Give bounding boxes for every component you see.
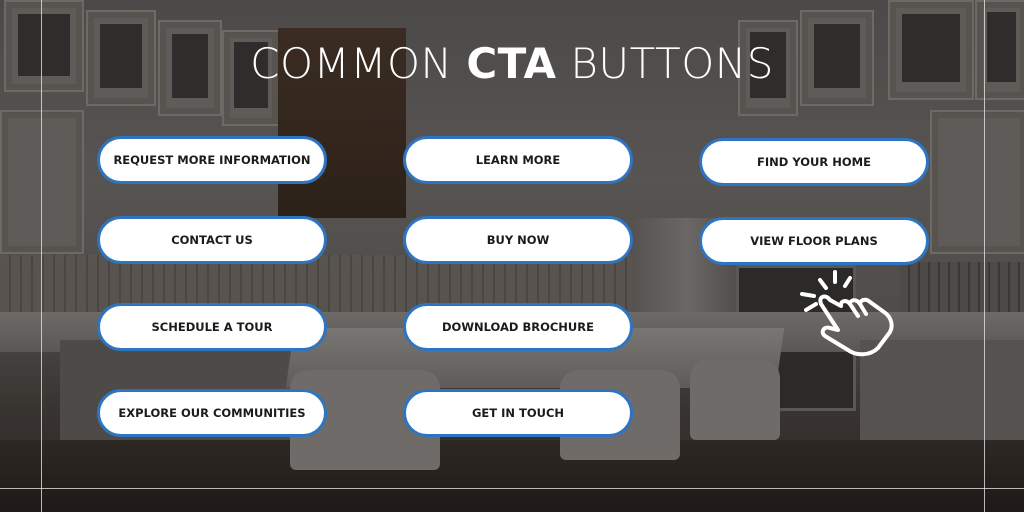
schedule-a-tour-button[interactable]: SCHEDULE A TOUR [97,303,327,351]
button-label: EXPLORE OUR COMMUNITIES [118,406,306,420]
explore-our-communities-button[interactable]: EXPLORE OUR COMMUNITIES [97,389,327,437]
hand-click-icon [800,270,894,357]
frame-line-bottom [0,488,1024,489]
button-label: BUY NOW [486,233,550,247]
title-prefix: COMMON [250,39,467,88]
button-label: DOWNLOAD BROCHURE [442,320,594,334]
title-emphasis: CTA [466,39,557,88]
buy-now-button[interactable]: BUY NOW [403,216,633,264]
button-label: LEARN MORE [475,153,561,167]
button-label: GET IN TOUCH [471,406,565,420]
find-your-home-button[interactable]: FIND YOUR HOME [699,138,929,186]
page-title: COMMON CTA BUTTONS [0,36,1024,92]
view-floor-plans-button[interactable]: VIEW FLOOR PLANS [699,217,929,265]
button-label: SCHEDULE A TOUR [151,320,273,334]
download-brochure-button[interactable]: DOWNLOAD BROCHURE [403,303,633,351]
contact-us-button[interactable]: CONTACT US [97,216,327,264]
learn-more-button[interactable]: LEARN MORE [403,136,633,184]
get-in-touch-button[interactable]: GET IN TOUCH [403,389,633,437]
button-label: REQUEST MORE INFORMATION [113,153,311,167]
button-label: VIEW FLOOR PLANS [750,234,878,248]
button-label: FIND YOUR HOME [757,155,871,169]
request-more-information-button[interactable]: REQUEST MORE INFORMATION [97,136,327,184]
button-label: CONTACT US [171,233,253,247]
title-suffix: BUTTONS [556,39,774,88]
